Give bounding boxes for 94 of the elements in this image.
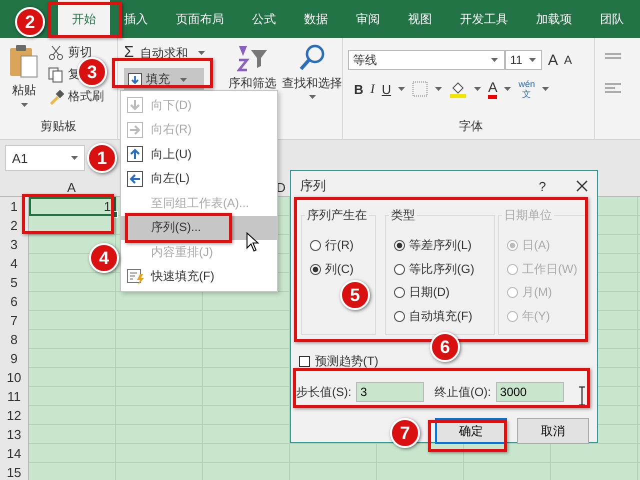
caret-icon — [198, 51, 205, 55]
caret-icon — [435, 87, 442, 91]
caret-icon — [491, 58, 498, 62]
row-header[interactable]: 5 — [0, 273, 28, 292]
autosum-button[interactable]: Σ 自动求和 — [124, 44, 222, 62]
paste-button[interactable]: 粘贴 — [4, 44, 44, 107]
stop-value-field[interactable]: 3000 — [496, 382, 564, 402]
caret-icon — [398, 87, 406, 91]
brush-icon — [48, 88, 64, 104]
row-header[interactable]: 10 — [0, 368, 28, 387]
row-header[interactable]: 7 — [0, 311, 28, 330]
ribbon-tab[interactable]: 团队 — [586, 0, 638, 38]
underline-button[interactable]: U — [382, 82, 392, 96]
font-size-field[interactable]: 11 — [505, 50, 542, 70]
menu-item[interactable]: 序列(S)... — [121, 216, 277, 240]
search-icon — [298, 44, 326, 72]
clipboard-icon — [9, 44, 39, 78]
arrow-icon — [127, 97, 143, 114]
ribbon-tab[interactable]: 审阅 — [342, 0, 394, 38]
row-header[interactable]: 14 — [0, 444, 28, 463]
row-header[interactable]: 9 — [0, 349, 28, 368]
group-title: 类型 — [389, 207, 417, 224]
ribbon-tab[interactable]: 视图 — [394, 0, 446, 38]
row-header[interactable]: 11 — [0, 387, 28, 406]
group-label: 字体 — [459, 118, 483, 135]
row-header[interactable]: 2 — [0, 216, 28, 235]
help-button[interactable]: ? — [538, 178, 546, 194]
ribbon-tab[interactable]: 开发工具 — [446, 0, 522, 38]
field-label: 步长值(S): — [296, 384, 352, 400]
radio-option[interactable]: 列(C) — [310, 258, 371, 281]
italic-button[interactable]: I — [370, 81, 375, 97]
arrow-icon — [127, 122, 143, 138]
sort-filter-button[interactable]: 序和筛选 — [227, 44, 278, 92]
caret-icon — [542, 87, 549, 91]
table-cell[interactable]: 1 — [29, 197, 116, 216]
row-header[interactable]: 1 — [0, 197, 28, 216]
row-header[interactable]: 13 — [0, 425, 28, 444]
group-title: 序列产生在 — [305, 207, 369, 224]
copy-button[interactable]: 复 — [48, 66, 80, 83]
row-header[interactable]: 4 — [0, 254, 28, 273]
font-color-button[interactable]: A — [488, 80, 498, 98]
text-cursor-icon — [578, 386, 586, 406]
group-label: 剪贴板 — [40, 118, 76, 135]
caret-icon — [529, 58, 536, 62]
caret-icon — [180, 78, 187, 82]
radio-option[interactable]: 等差序列(L) — [394, 234, 490, 258]
row-header[interactable]: 12 — [0, 406, 28, 425]
copy-icon — [48, 66, 64, 82]
column-header[interactable]: A — [28, 180, 115, 196]
row-header[interactable]: 3 — [0, 235, 28, 254]
field-label: 终止值(O): — [434, 384, 492, 400]
menu-item[interactable]: 向上(U) — [121, 142, 277, 166]
ribbon-tab[interactable]: 数据 — [290, 0, 342, 38]
ribbon-tab[interactable]: 插入 — [110, 0, 162, 38]
radio-option[interactable]: 行(R) — [310, 234, 371, 258]
ribbon-tab[interactable]: 公式 — [238, 0, 290, 38]
bold-button[interactable]: B — [354, 82, 364, 96]
flash-fill-icon — [127, 268, 145, 285]
fill-color-icon[interactable] — [449, 80, 468, 98]
shrink-font-button[interactable]: A — [564, 53, 572, 67]
row-header[interactable]: 6 — [0, 292, 28, 311]
trend-checkbox[interactable]: 预测趋势(T) — [299, 353, 378, 370]
fill-down-icon — [128, 72, 142, 86]
caret-icon — [20, 103, 28, 107]
row-header[interactable]: 15 — [0, 463, 28, 480]
find-select-button[interactable]: 查找和选择 — [282, 44, 342, 99]
phonetic-button[interactable]: wén 文 — [518, 79, 535, 99]
caret-icon — [504, 87, 512, 91]
caret-icon — [308, 95, 316, 99]
caret-icon — [71, 156, 78, 160]
mouse-pointer-icon — [246, 232, 260, 252]
font-name-field[interactable]: 等线 — [348, 50, 505, 70]
menu-item[interactable]: 快速填充(F) — [121, 264, 277, 289]
ribbon-tab[interactable]: 加载项 — [522, 0, 586, 38]
grow-font-button[interactable]: A — [548, 52, 558, 68]
row-header[interactable]: 8 — [0, 330, 28, 349]
radio-option[interactable]: 自动填充(F) — [394, 304, 490, 328]
menu-item[interactable]: 向左(L) — [121, 166, 277, 191]
step-value-field[interactable]: 3 — [356, 382, 424, 402]
format-painter-button[interactable]: 格式刷 — [48, 88, 104, 105]
caret-icon — [474, 87, 482, 91]
radio-option[interactable]: 等比序列(G) — [394, 258, 490, 281]
close-icon[interactable] — [576, 180, 588, 192]
dialog-title: 序列 — [300, 177, 326, 195]
ribbon-tab[interactable]: 页面布局 — [162, 0, 238, 38]
border-icon[interactable] — [412, 81, 428, 97]
arrow-icon — [127, 146, 143, 162]
group-title: 日期单位 — [502, 207, 554, 224]
scissors-icon — [48, 44, 64, 60]
sort-filter-icon — [236, 44, 269, 72]
name-box[interactable]: A1 — [5, 145, 85, 171]
arrow-icon — [127, 170, 143, 187]
dialog-button[interactable]: 取消 — [517, 418, 589, 444]
radio-option[interactable]: 日期(D) — [394, 281, 490, 304]
